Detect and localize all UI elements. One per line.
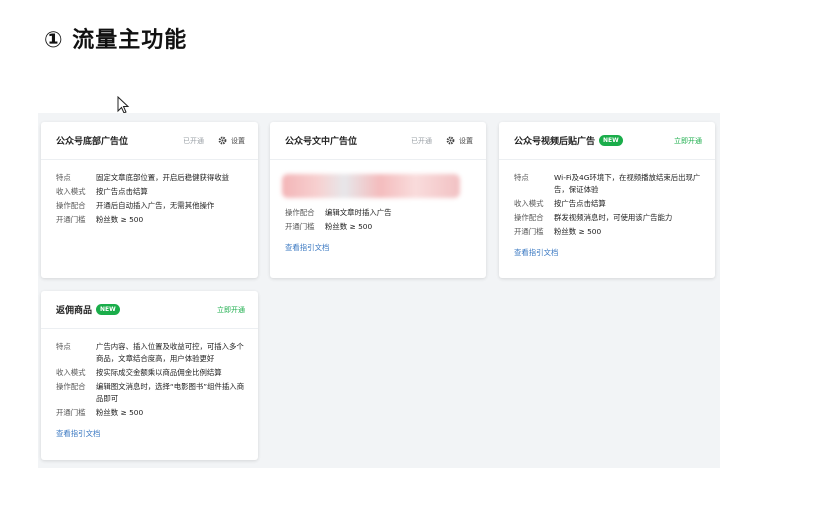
gear-icon <box>446 136 455 145</box>
row-value: 粉丝数 ≥ 500 <box>325 222 373 231</box>
row-value: 编辑图文消息时，选择“电影图书”组件插入商品即可 <box>96 382 245 403</box>
card-title: 公众号视频后贴广告 <box>514 137 596 147</box>
row-value: 开通后自动插入广告，无需其他操作 <box>96 201 215 210</box>
settings-label: 设置 <box>459 136 473 145</box>
header-actions: 已开通 设置 <box>411 136 473 146</box>
info-row: 特点 Wi-Fi及4G环境下，在视频播放结束后出现广告，保证体验 <box>514 172 702 196</box>
doc-link[interactable]: 查看指引文档 <box>56 428 100 439</box>
info-row: 收入模式 按广告点击结算 <box>514 198 702 210</box>
gear-icon <box>218 136 227 145</box>
info-row: 操作配合 编辑图文消息时，选择“电影图书”组件插入商品即可 <box>56 381 245 405</box>
card-commission-goods: 返佣商品 NEW 立即开通 特点 广告内容、插入位置及收益可控，可插入多个商品，文… <box>41 291 258 460</box>
card-body: 特点 固定文章底部位置，开启后稳健获得收益 收入模式 按广告点击结算 操作配合 开通后… <box>41 160 258 226</box>
info-row: 操作配合 开通后自动插入广告，无需其他操作 <box>56 200 245 212</box>
row-label: 开通门槛 <box>285 222 315 231</box>
card-header: 公众号视频后贴广告 NEW 立即开通 <box>499 122 715 160</box>
row-value: 按广告点击结算 <box>554 199 606 208</box>
header-actions: 已开通 设置 <box>183 136 245 146</box>
card-bottom-ad: 公众号底部广告位 已开通 设置 特点 固定文章底部位置，开启后稳健获得收益 收入模… <box>41 122 258 278</box>
row-value: 固定文章底部位置，开启后稳健获得收益 <box>96 173 230 182</box>
status-text: 已开通 <box>183 136 204 145</box>
info-row: 特点 固定文章底部位置，开启后稳健获得收益 <box>56 172 245 184</box>
info-row: 开通门槛 粉丝数 ≥ 500 <box>514 226 702 238</box>
settings-label: 设置 <box>231 136 245 145</box>
row-label: 操作配合 <box>285 208 315 217</box>
status-text: 已开通 <box>411 136 432 145</box>
card-body: 特点 广告内容、插入位置及收益可控，可插入多个商品，文章结合度高，用户体验更好 收… <box>41 329 258 440</box>
info-row: 收入模式 按实际成交金额乘以商品佣金比例结算 <box>56 367 245 379</box>
info-row: 操作配合 群发视频消息时，可使用该广告能力 <box>514 212 702 224</box>
row-label: 操作配合 <box>56 201 86 210</box>
row-value: 粉丝数 ≥ 500 <box>554 227 602 236</box>
info-row: 开通门槛 粉丝数 ≥ 500 <box>285 221 473 233</box>
redacted-content <box>282 174 460 198</box>
card-video-post-ad: 公众号视频后贴广告 NEW 立即开通 特点 Wi-Fi及4G环境下，在视频播放结束… <box>499 122 715 278</box>
row-label: 操作配合 <box>56 382 86 391</box>
open-now-button[interactable]: 立即开通 <box>217 305 245 315</box>
row-value: 广告内容、插入位置及收益可控，可插入多个商品，文章结合度高，用户体验更好 <box>96 342 244 363</box>
row-label: 开通门槛 <box>56 408 86 417</box>
row-label: 收入模式 <box>56 368 86 377</box>
header-actions: 立即开通 <box>674 136 702 146</box>
card-title: 公众号文中广告位 <box>285 137 358 147</box>
info-row: 操作配合 编辑文章时插入广告 <box>285 207 473 219</box>
doc-link[interactable]: 查看指引文档 <box>514 247 558 258</box>
header-actions: 立即开通 <box>217 305 245 315</box>
open-now-button[interactable]: 立即开通 <box>674 136 702 146</box>
card-header: 返佣商品 NEW 立即开通 <box>41 291 258 329</box>
card-title: 返佣商品 <box>56 306 93 316</box>
settings-button[interactable]: 设置 <box>218 136 245 146</box>
row-value: 按实际成交金额乘以商品佣金比例结算 <box>96 368 222 377</box>
page-title: ① 流量主功能 <box>44 28 188 53</box>
row-value: 按广告点击结算 <box>96 187 148 196</box>
settings-button[interactable]: 设置 <box>446 136 473 146</box>
row-value: Wi-Fi及4G环境下，在视频播放结束后出现广告，保证体验 <box>554 173 701 194</box>
row-label: 收入模式 <box>56 187 86 196</box>
new-badge: NEW <box>96 304 120 315</box>
ad-features-panel: 公众号底部广告位 已开通 设置 特点 固定文章底部位置，开启后稳健获得收益 收入模… <box>38 113 720 468</box>
card-in-article-ad: 公众号文中广告位 已开通 设置 操作配合 编辑文章时插入广告 开通门槛 粉丝数 ≥ … <box>270 122 486 278</box>
row-label: 收入模式 <box>514 199 544 208</box>
card-header: 公众号底部广告位 已开通 设置 <box>41 122 258 160</box>
row-value: 群发视频消息时，可使用该广告能力 <box>554 213 673 222</box>
info-row: 开通门槛 粉丝数 ≥ 500 <box>56 407 245 419</box>
row-value: 编辑文章时插入广告 <box>325 208 392 217</box>
row-label: 特点 <box>56 342 71 351</box>
info-row: 收入模式 按广告点击结算 <box>56 186 245 198</box>
card-title: 公众号底部广告位 <box>56 137 129 147</box>
row-value: 粉丝数 ≥ 500 <box>96 215 144 224</box>
row-label: 特点 <box>56 173 71 182</box>
doc-link[interactable]: 查看指引文档 <box>285 242 329 253</box>
card-body: 特点 Wi-Fi及4G环境下，在视频播放结束后出现广告，保证体验 收入模式 按广告点… <box>499 160 715 259</box>
row-label: 开通门槛 <box>56 215 86 224</box>
row-value: 粉丝数 ≥ 500 <box>96 408 144 417</box>
new-badge: NEW <box>599 135 623 146</box>
info-row: 特点 广告内容、插入位置及收益可控，可插入多个商品，文章结合度高，用户体验更好 <box>56 341 245 365</box>
row-label: 特点 <box>514 173 529 182</box>
card-header: 公众号文中广告位 已开通 设置 <box>270 122 486 160</box>
row-label: 操作配合 <box>514 213 544 222</box>
row-label: 开通门槛 <box>514 227 544 236</box>
info-row: 开通门槛 粉丝数 ≥ 500 <box>56 214 245 226</box>
